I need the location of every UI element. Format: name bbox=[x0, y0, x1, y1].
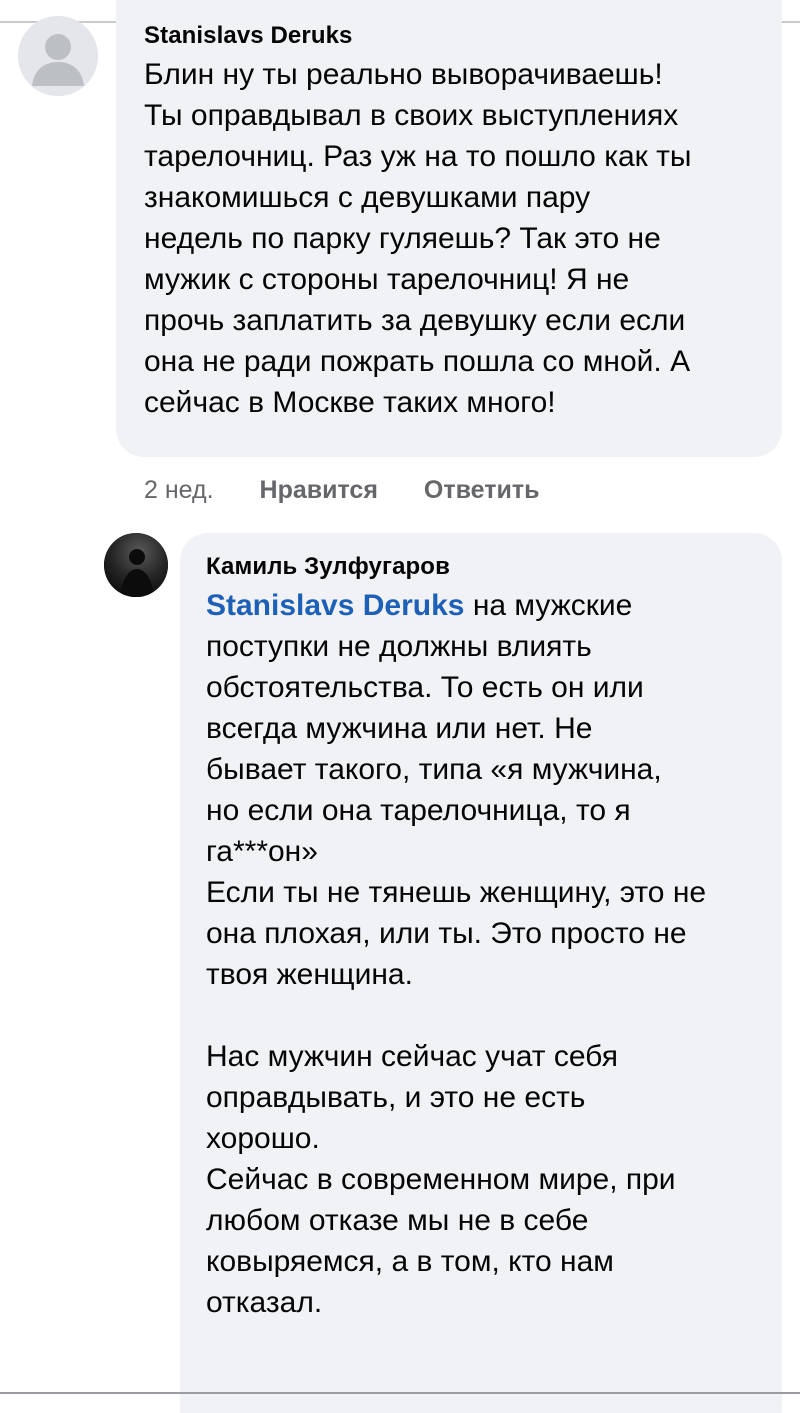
reply-author[interactable]: Камиль Зулфугаров bbox=[206, 551, 760, 583]
comment-actions: 2 нед. Нравится Ответить bbox=[144, 472, 585, 508]
reply-body: на мужские поступки не должны влиять обс… bbox=[206, 589, 707, 1319]
reply-text: Stanislavs Deruks на мужские поступки не… bbox=[206, 585, 760, 1323]
avatar[interactable] bbox=[18, 16, 98, 96]
comment-author[interactable]: Stanislavs Deruks bbox=[144, 20, 758, 52]
avatar[interactable] bbox=[104, 533, 168, 597]
reply-button[interactable]: Ответить bbox=[424, 476, 540, 505]
profile-photo-icon bbox=[104, 533, 168, 597]
comment-text: Блин ну ты реально выворачиваешь! Ты опр… bbox=[144, 58, 692, 419]
comment-bubble: Stanislavs Deruks Блин ну ты реально выв… bbox=[116, 0, 782, 457]
bottom-divider bbox=[0, 1392, 800, 1394]
default-avatar-icon bbox=[18, 16, 98, 96]
mention-link[interactable]: Stanislavs Deruks bbox=[206, 589, 464, 622]
like-button[interactable]: Нравится bbox=[260, 476, 378, 505]
comment-timestamp[interactable]: 2 нед. bbox=[144, 476, 214, 505]
reply-bubble: Камиль Зулфугаров Stanislavs Deruks на м… bbox=[180, 533, 782, 1413]
